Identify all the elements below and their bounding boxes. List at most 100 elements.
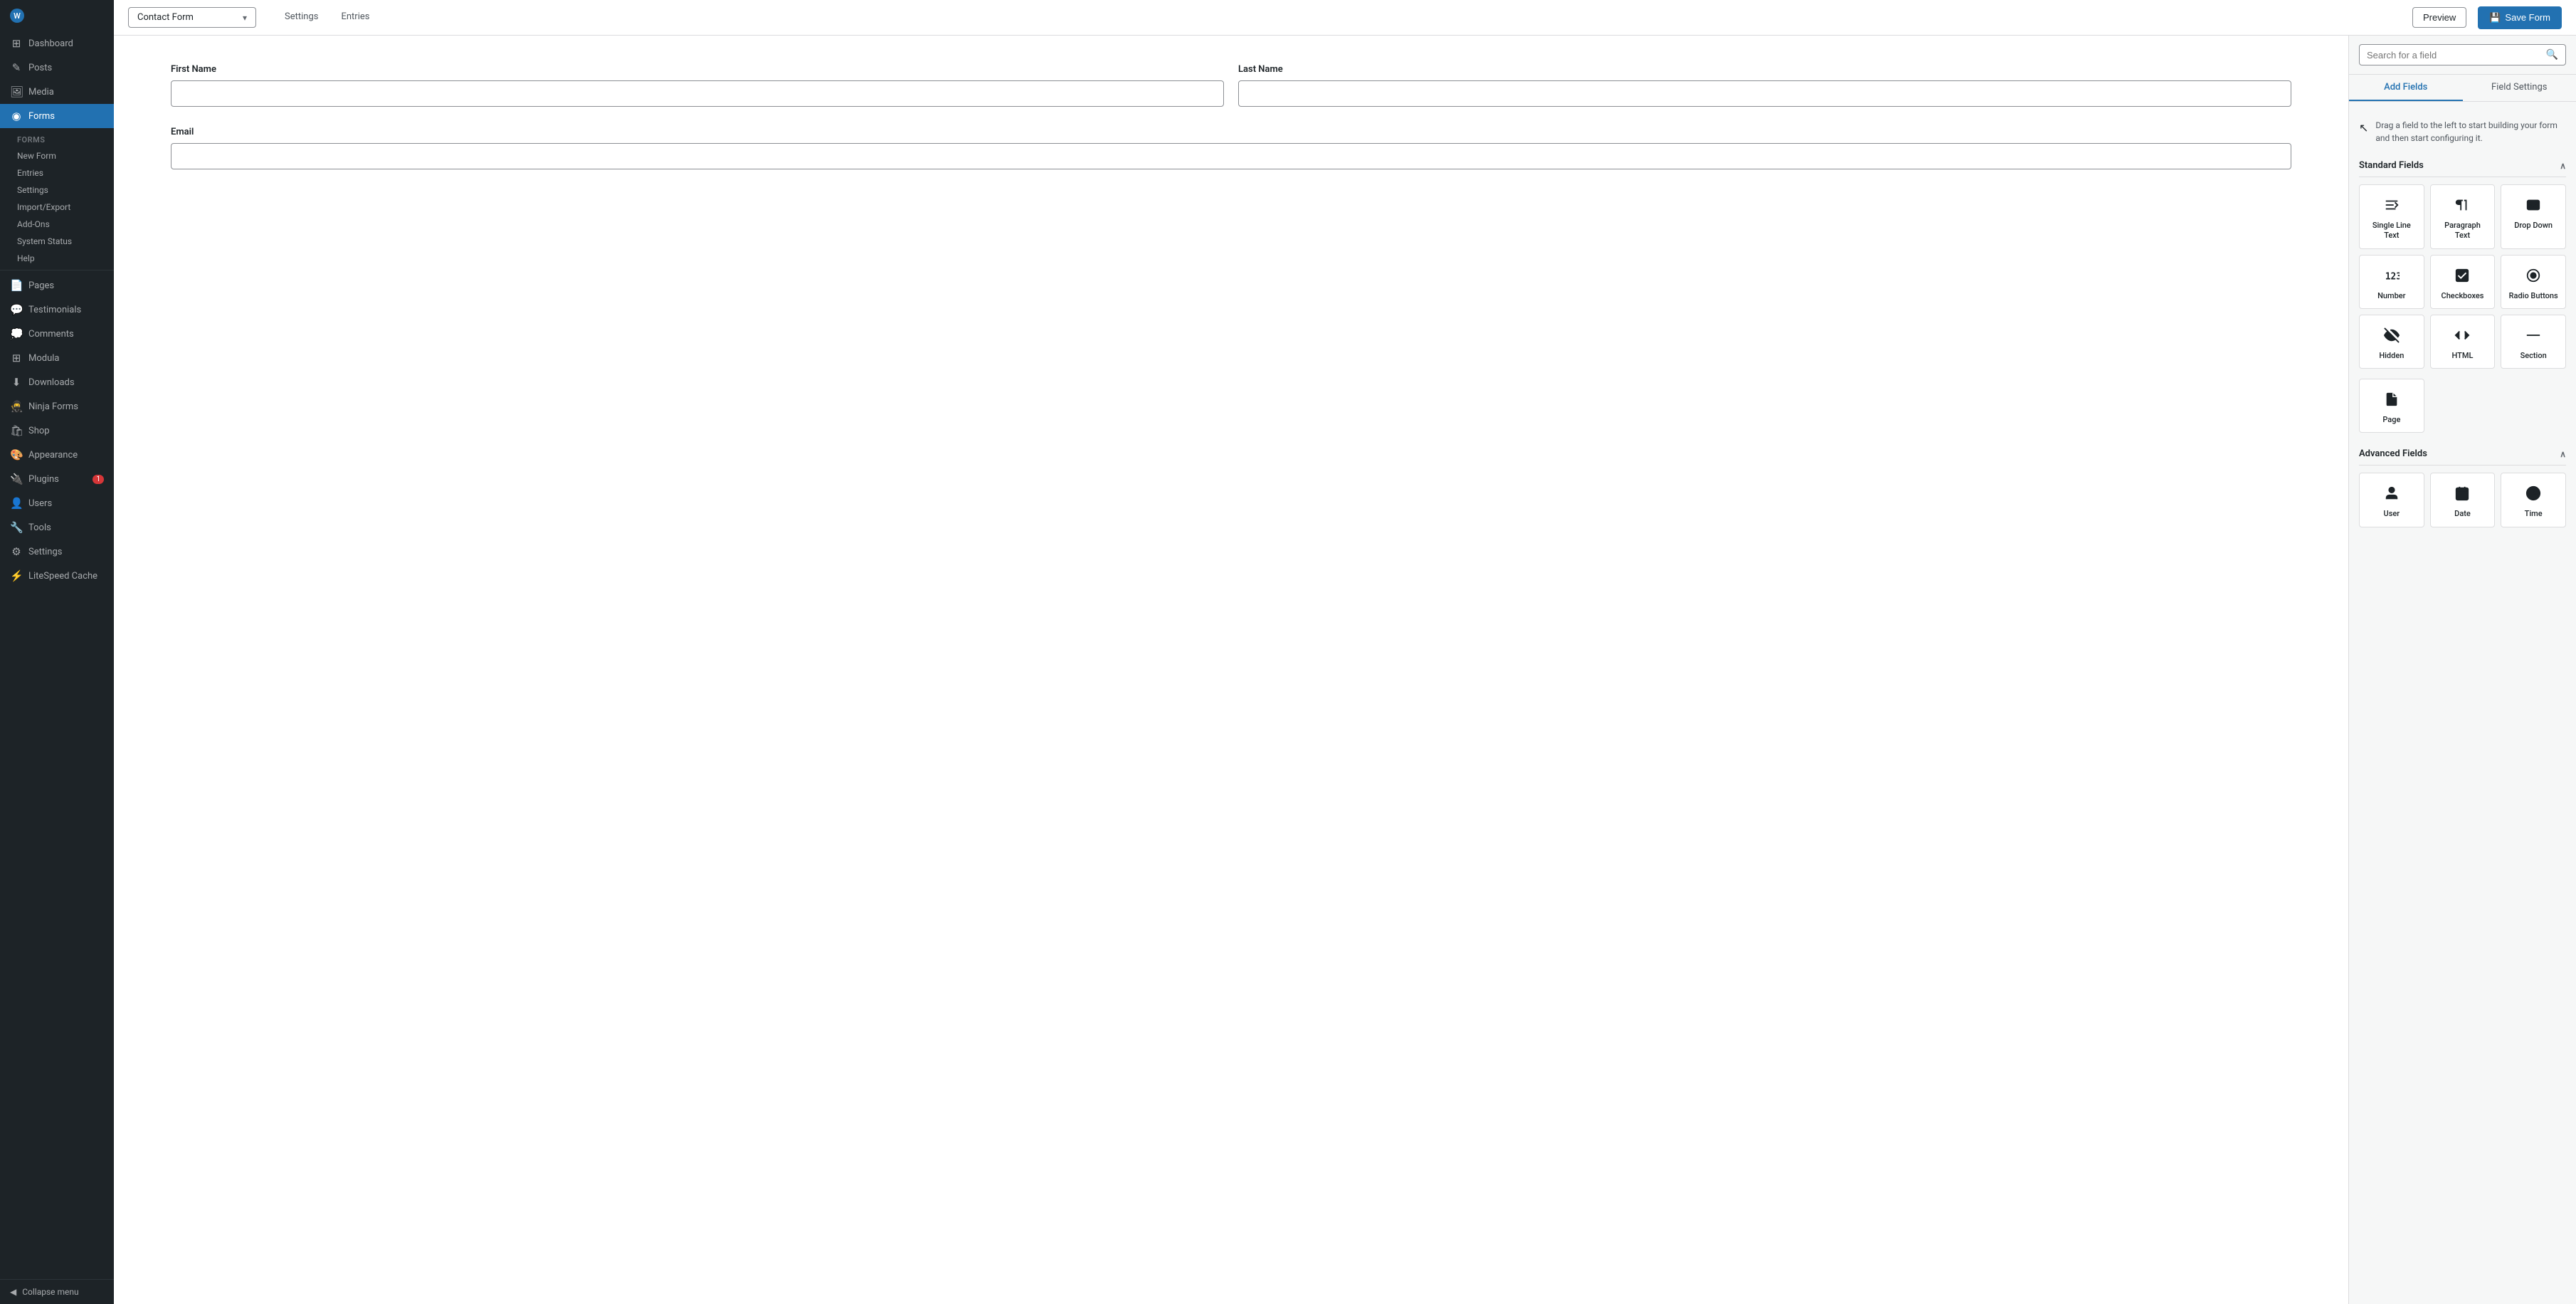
sidebar-item-label: Testimonials <box>28 305 81 315</box>
help-label: Help <box>17 253 35 263</box>
tab-settings[interactable]: Settings <box>273 1 329 33</box>
section-label: Section <box>2520 351 2547 361</box>
sidebar-item-media[interactable]: 🖼 Media <box>0 80 114 104</box>
field-card-hidden[interactable]: Hidden <box>2359 315 2424 369</box>
page-field-grid: Page <box>2359 379 2566 433</box>
collapse-menu-button[interactable]: ◀ Collapse menu <box>0 1279 114 1304</box>
forms-section-header: Forms <box>7 128 114 147</box>
sidebar-item-modula[interactable]: ⊞ Modula <box>0 346 114 370</box>
field-card-section[interactable]: Section <box>2501 315 2566 369</box>
field-card-number[interactable]: 123 Number <box>2359 255 2424 309</box>
field-card-user[interactable]: User <box>2359 473 2424 527</box>
advanced-fields-label: Advanced Fields <box>2359 448 2427 459</box>
sidebar-item-system-status[interactable]: System Status <box>7 233 114 250</box>
drop-down-label: Drop Down <box>2514 221 2553 231</box>
sidebar-item-posts[interactable]: ✎ Posts <box>0 56 114 80</box>
sidebar-item-label: Settings <box>28 547 62 557</box>
field-card-drop-down[interactable]: Drop Down <box>2501 184 2566 249</box>
hidden-icon <box>2384 325 2400 345</box>
field-card-time[interactable]: Time <box>2501 473 2566 527</box>
email-label: Email <box>171 127 2291 137</box>
field-card-date[interactable]: Date <box>2430 473 2496 527</box>
chevron-up-icon: ∧ <box>2560 161 2566 171</box>
search-input[interactable] <box>2367 50 2542 61</box>
field-card-single-line-text[interactable]: Single Line Text <box>2359 184 2424 249</box>
sidebar-item-forms[interactable]: ◉ Forms <box>0 104 114 128</box>
sidebar-item-add-ons[interactable]: Add-Ons <box>7 216 114 233</box>
users-icon: 👤 <box>10 497 23 510</box>
date-label: Date <box>2454 509 2471 519</box>
collapse-label: Collapse menu <box>22 1287 78 1297</box>
sidebar-item-import-export[interactable]: Import/Export <box>7 199 114 216</box>
sidebar-item-settings-sub[interactable]: Settings <box>7 182 114 199</box>
appearance-icon: 🎨 <box>10 448 23 461</box>
save-label: Save Form <box>2505 12 2550 23</box>
sidebar-item-help[interactable]: Help <box>7 250 114 267</box>
field-card-radio-buttons[interactable]: Radio Buttons <box>2501 255 2566 309</box>
sidebar-item-litespeed[interactable]: ⚡ LiteSpeed Cache <box>0 564 114 588</box>
standard-fields-header[interactable]: Standard Fields ∧ <box>2359 154 2566 177</box>
forms-icon: ◉ <box>10 110 23 122</box>
sidebar-item-comments[interactable]: 💭 Comments <box>0 322 114 346</box>
tools-icon: 🔧 <box>10 521 23 534</box>
topbar-nav: Settings Entries <box>273 1 381 33</box>
sidebar-item-testimonials[interactable]: 💬 Testimonials <box>0 298 114 322</box>
html-label: HTML <box>2452 351 2474 361</box>
sidebar-item-label: Dashboard <box>28 38 73 49</box>
form-canvas: First Name Last Name Email <box>114 36 2348 1304</box>
tab-entries[interactable]: Entries <box>329 1 381 33</box>
field-card-html[interactable]: HTML <box>2430 315 2496 369</box>
modula-icon: ⊞ <box>10 352 23 364</box>
cursor-icon: ↖ <box>2359 120 2368 137</box>
field-card-paragraph-text[interactable]: Paragraph Text <box>2430 184 2496 249</box>
field-card-checkboxes[interactable]: Checkboxes <box>2430 255 2496 309</box>
last-name-input[interactable] <box>1238 80 2291 107</box>
field-card-page[interactable]: Page <box>2359 379 2424 433</box>
sidebar-item-label: Modula <box>28 353 60 364</box>
form-field-first-name: First Name <box>171 64 1224 107</box>
first-name-label: First Name <box>171 64 1224 75</box>
sidebar-logo[interactable]: W <box>0 0 114 31</box>
first-name-input[interactable] <box>171 80 1224 107</box>
testimonials-icon: 💬 <box>10 303 23 316</box>
email-input[interactable] <box>171 143 2291 169</box>
sidebar-item-entries[interactable]: Entries <box>7 164 114 182</box>
sidebar-item-new-form[interactable]: New Form <box>7 147 114 164</box>
settings-icon: ⚙ <box>10 545 23 558</box>
sidebar-item-ninja-forms[interactable]: 🥷 Ninja Forms <box>0 394 114 419</box>
tab-field-settings[interactable]: Field Settings <box>2463 75 2576 101</box>
radio-buttons-label: Radio Buttons <box>2509 291 2558 301</box>
sidebar-item-label: Pages <box>28 280 54 291</box>
user-icon <box>2384 483 2400 503</box>
sidebar-item-tools[interactable]: 🔧 Tools <box>0 515 114 540</box>
html-icon <box>2454 325 2470 345</box>
sidebar-item-settings[interactable]: ⚙ Settings <box>0 540 114 564</box>
standard-fields-grid: Single Line Text Paragraph Text <box>2359 184 2566 369</box>
advanced-fields-header[interactable]: Advanced Fields ∧ <box>2359 443 2566 466</box>
drag-hint-text: Drag a field to the left to start buildi… <box>2375 119 2566 144</box>
form-name: Contact Form <box>137 12 194 23</box>
time-icon <box>2525 483 2541 503</box>
plugins-icon: 🔌 <box>10 473 23 485</box>
sidebar-item-pages[interactable]: 📄 Pages <box>0 273 114 298</box>
page-label: Page <box>2382 415 2400 425</box>
save-form-button[interactable]: 💾 Save Form <box>2478 6 2562 29</box>
field-search-container: 🔍 <box>2359 44 2566 65</box>
advanced-fields-grid: User Date <box>2359 473 2566 527</box>
sidebar-item-appearance[interactable]: 🎨 Appearance <box>0 443 114 467</box>
svg-text:123: 123 <box>2385 271 2400 282</box>
sidebar-item-label: Downloads <box>28 377 75 388</box>
date-icon <box>2454 483 2470 503</box>
sidebar-item-downloads[interactable]: ⬇ Downloads <box>0 370 114 394</box>
dashboard-icon: ⊞ <box>10 37 23 50</box>
advanced-chevron-up-icon: ∧ <box>2560 449 2566 459</box>
sidebar-item-users[interactable]: 👤 Users <box>0 491 114 515</box>
tab-add-fields[interactable]: Add Fields <box>2349 75 2463 101</box>
form-selector[interactable]: Contact Form ▾ <box>128 7 256 28</box>
preview-button[interactable]: Preview <box>2412 7 2466 28</box>
sidebar-item-dashboard[interactable]: ⊞ Dashboard <box>0 31 114 56</box>
sidebar-item-shop[interactable]: 🛍 Shop <box>0 419 114 443</box>
downloads-icon: ⬇ <box>10 376 23 389</box>
new-form-label: New Form <box>17 151 56 161</box>
sidebar-item-plugins[interactable]: 🔌 Plugins 1 <box>0 467 114 491</box>
